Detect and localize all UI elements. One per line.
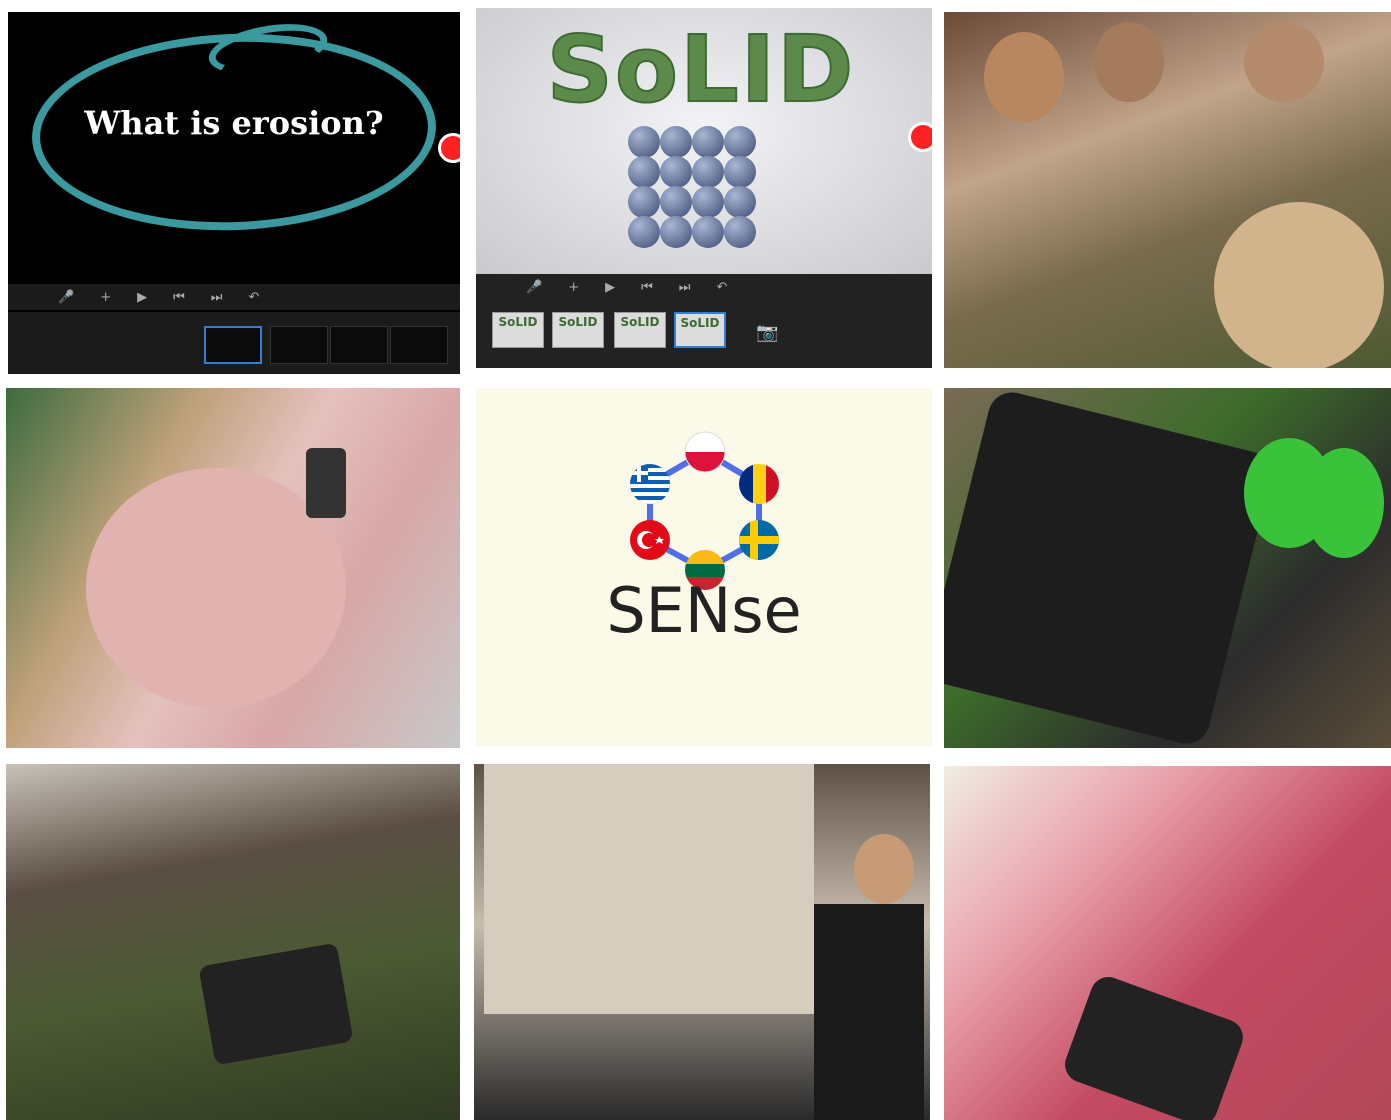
solid-toolbar: 🎤 + ▶ ⏮ ⏭ ↶ — [476, 274, 932, 300]
sense-logo-graphic — [630, 431, 779, 590]
skip-back-icon[interactable]: ⏮ — [641, 280, 653, 295]
frame-thumb[interactable] — [330, 326, 388, 364]
sense-logo-tile: SENse — [476, 388, 932, 746]
frame-thumb[interactable]: SoLID — [552, 312, 604, 348]
tablet-clay-figures-photo — [944, 388, 1391, 748]
erosion-title: What is erosion? — [84, 104, 384, 142]
play-icon[interactable]: ▶ — [137, 290, 147, 305]
undo-icon[interactable]: ↶ — [249, 290, 260, 305]
romania-flag-icon — [739, 464, 779, 504]
solid-canvas: SoLID — [476, 8, 932, 274]
erosion-frame-strip — [8, 312, 460, 374]
solid-word: SoLID — [546, 15, 856, 124]
presentation-photo — [474, 764, 930, 1120]
phone — [1060, 971, 1248, 1120]
mic-icon[interactable]: 🎤 — [58, 290, 74, 305]
greece-flag-icon — [630, 464, 670, 504]
poland-flag-icon — [684, 431, 726, 473]
record-icon[interactable] — [908, 122, 932, 152]
frame-thumb[interactable] — [390, 326, 448, 364]
skip-forward-icon[interactable]: ⏭ — [211, 290, 223, 305]
solid-frame-strip: SoLID SoLID SoLID SoLID 📷 — [476, 300, 932, 368]
turkey-flag-icon — [630, 520, 670, 560]
projection-screen — [484, 764, 814, 1014]
undo-icon[interactable]: ↶ — [717, 280, 728, 295]
teachers-landscape-photo — [944, 12, 1391, 368]
frame-thumb[interactable]: SoLID — [492, 312, 544, 348]
clay-balls — [628, 126, 758, 248]
solid-app-screenshot: SoLID 🎤 + ▶ ⏮ ⏭ ↶ SoLID SoLID SoLID SoLI… — [476, 8, 932, 368]
sense-wordmark: SENse — [606, 574, 802, 647]
frame-thumb[interactable]: SoLID — [614, 312, 666, 348]
skip-back-icon[interactable]: ⏮ — [173, 290, 185, 305]
erosion-toolbar: 🎤 + ▶ ⏮ ⏭ ↶ — [8, 284, 460, 310]
record-icon[interactable] — [438, 133, 460, 163]
skip-forward-icon[interactable]: ⏭ — [679, 280, 691, 295]
erosion-app-screenshot: What is erosion? 🎤 + ▶ ⏮ ⏭ ↶ — [8, 12, 460, 374]
tablet — [198, 942, 354, 1066]
phone-pink-fabric-photo — [944, 766, 1391, 1120]
frame-thumb-selected[interactable]: SoLID — [674, 312, 726, 348]
tablet — [944, 388, 1276, 748]
mic-icon[interactable]: 🎤 — [526, 280, 542, 295]
frame-thumb[interactable] — [204, 326, 262, 364]
erosion-canvas: What is erosion? — [8, 12, 460, 282]
plus-icon[interactable]: + — [100, 290, 111, 305]
play-icon[interactable]: ▶ — [605, 280, 615, 295]
presenter — [814, 904, 924, 1120]
teachers-tablet-model-photo — [6, 764, 460, 1120]
students-fabric-photo — [6, 388, 460, 748]
sweden-flag-icon — [739, 520, 779, 560]
frame-thumb[interactable] — [270, 326, 328, 364]
plus-icon[interactable]: + — [568, 280, 579, 295]
camera-icon[interactable]: 📷 — [756, 322, 778, 343]
